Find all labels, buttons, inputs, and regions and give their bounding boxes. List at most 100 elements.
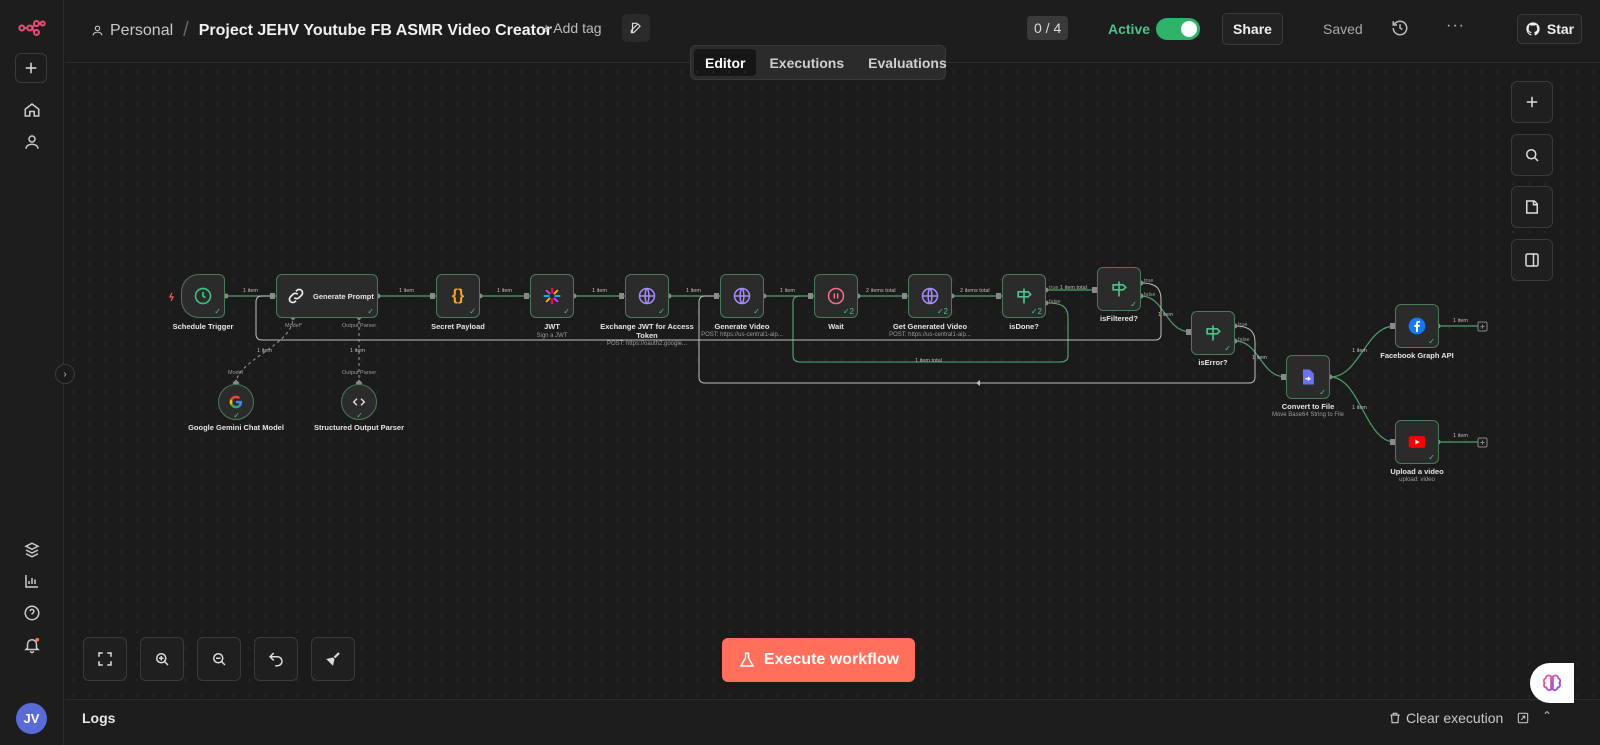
node-subtitle: Move Base64 String to File — [1271, 412, 1345, 418]
success-check-icon: ✓ — [753, 307, 760, 316]
success-count-badge: ✓2 — [842, 307, 854, 316]
success-check-icon: ✓ — [214, 307, 221, 316]
node-title: Facebook Graph API — [1380, 351, 1454, 360]
sticky-note-button[interactable] — [1511, 186, 1553, 228]
share-button[interactable]: Share — [1222, 13, 1283, 45]
node-subtitle: POST: https://us-central1-aip... — [701, 332, 783, 338]
add-icon[interactable] — [15, 53, 47, 83]
node-is-error[interactable]: ✓ — [1191, 311, 1235, 355]
insights-icon[interactable] — [16, 565, 48, 597]
node-is-done[interactable]: ✓2 — [1002, 274, 1046, 318]
star-label: Star — [1546, 21, 1575, 37]
flask-icon — [739, 652, 755, 667]
clear-execution-button[interactable]: Clear execution — [1388, 710, 1503, 726]
globe-icon — [638, 287, 656, 305]
port-label-true: true — [1144, 278, 1154, 284]
breadcrumb-personal[interactable]: Personal — [91, 22, 173, 40]
user-avatar[interactable]: JV — [16, 703, 47, 734]
plus-icon — [1526, 96, 1538, 108]
breadcrumb-separator: / — [183, 19, 189, 41]
conn-label: 1 item — [1453, 318, 1468, 324]
search-nodes-button[interactable] — [1511, 134, 1553, 176]
broom-icon — [326, 652, 340, 666]
node-is-filtered[interactable]: ✓ — [1097, 267, 1141, 311]
add-tag-button[interactable]: + Add tag — [542, 20, 602, 36]
node-upload-video[interactable]: ✓ — [1395, 420, 1439, 464]
workflow-title[interactable]: Project JEHV Youtube FB ASMR Video Creat… — [199, 22, 552, 40]
more-options-icon[interactable]: ··· — [1446, 17, 1465, 35]
breadcrumb-project-label: Personal — [110, 21, 174, 39]
add-node-button[interactable] — [1511, 81, 1553, 123]
success-count-badge: ✓2 — [1030, 307, 1042, 316]
node-schedule-trigger[interactable]: ✓ — [181, 274, 225, 318]
node-title: Schedule Trigger — [172, 322, 234, 331]
success-check-icon: ✓ — [233, 411, 240, 420]
youtube-icon — [1408, 436, 1426, 448]
home-icon[interactable] — [16, 94, 48, 126]
pause-icon — [827, 287, 845, 305]
node-title: Convert to File — [1281, 402, 1335, 411]
port-label-model: Model* — [285, 323, 303, 329]
node-convert-to-file[interactable]: ✓ — [1286, 355, 1330, 399]
node-jwt[interactable]: ✓ — [530, 274, 574, 318]
node-facebook-graph-api[interactable]: ✓ — [1395, 304, 1439, 348]
zoom-out-button[interactable] — [197, 637, 241, 681]
ai-assistant-button[interactable] — [1530, 663, 1574, 703]
conn-label: 1 item — [243, 288, 258, 294]
active-counter-badge: 0 / 4 — [1027, 16, 1069, 40]
active-toggle[interactable] — [1156, 18, 1200, 40]
trash-icon — [1390, 712, 1400, 724]
zoom-to-fit-button[interactable] — [83, 637, 127, 681]
signpost-icon — [1017, 288, 1032, 304]
zoom-out-icon — [213, 653, 226, 666]
chevron-up-icon[interactable]: ⌃ — [1542, 709, 1552, 723]
node-structured-output-parser[interactable]: ✓ — [341, 384, 377, 420]
conn-label: 1 item — [399, 288, 414, 294]
node-get-generated-video[interactable]: ✓2 — [908, 274, 952, 318]
github-star-button[interactable]: Star — [1517, 14, 1582, 44]
port-label-false: false — [1144, 292, 1156, 298]
github-icon — [1526, 22, 1540, 36]
node-title: isError? — [1198, 358, 1228, 367]
notifications-icon[interactable] — [16, 629, 48, 661]
conn-label: 1 item — [1453, 433, 1468, 439]
port-label-true: true — [1049, 285, 1059, 291]
success-check-icon: ✓ — [1428, 453, 1435, 462]
port-label-parser: Output Parser — [342, 370, 377, 376]
node-google-gemini[interactable]: ✓ — [218, 384, 254, 420]
port-label-parser: Output Parser — [342, 323, 377, 329]
reset-zoom-button[interactable] — [254, 637, 298, 681]
edit-description-button[interactable] — [622, 14, 650, 42]
node-title: Generate Prompt — [313, 291, 374, 301]
toggle-panel-button[interactable] — [1511, 239, 1553, 281]
node-generate-prompt[interactable]: Generate Prompt ✓ — [276, 274, 378, 318]
help-icon[interactable] — [16, 597, 48, 629]
workflow-canvas[interactable] — [65, 64, 1600, 699]
node-wait[interactable]: ✓2 — [814, 274, 858, 318]
pop-out-icon[interactable] — [1516, 711, 1530, 725]
node-secret-payload[interactable]: {} ✓ — [436, 274, 480, 318]
history-icon[interactable] — [1391, 19, 1409, 37]
n8n-logo-icon[interactable] — [16, 12, 48, 44]
node-subtitle: Sign a JWT — [536, 333, 568, 339]
search-icon — [1526, 149, 1539, 162]
success-check-icon: ✓ — [356, 411, 363, 420]
logs-bar[interactable]: Logs Clear execution ⌃ — [65, 699, 1600, 745]
fit-view-icon — [98, 652, 112, 666]
braces-icon: {} — [451, 287, 465, 304]
tidy-up-button[interactable] — [311, 637, 355, 681]
node-generate-video[interactable]: ✓ — [720, 274, 764, 318]
clear-execution-label: Clear execution — [1406, 710, 1504, 726]
link-icon — [288, 288, 304, 304]
node-exchange-jwt[interactable]: ✓ — [625, 274, 669, 318]
success-check-icon: ✓ — [1224, 344, 1231, 353]
zoom-in-button[interactable] — [140, 637, 184, 681]
user-icon[interactable] — [16, 126, 48, 158]
execute-workflow-button[interactable]: Execute workflow — [722, 638, 915, 682]
brain-icon — [1542, 674, 1562, 692]
templates-icon[interactable] — [16, 534, 48, 566]
globe-icon — [921, 287, 939, 305]
conn-label: 2 items total — [866, 288, 896, 294]
success-count-badge: ✓2 — [936, 307, 948, 316]
panel-icon — [1525, 253, 1539, 267]
